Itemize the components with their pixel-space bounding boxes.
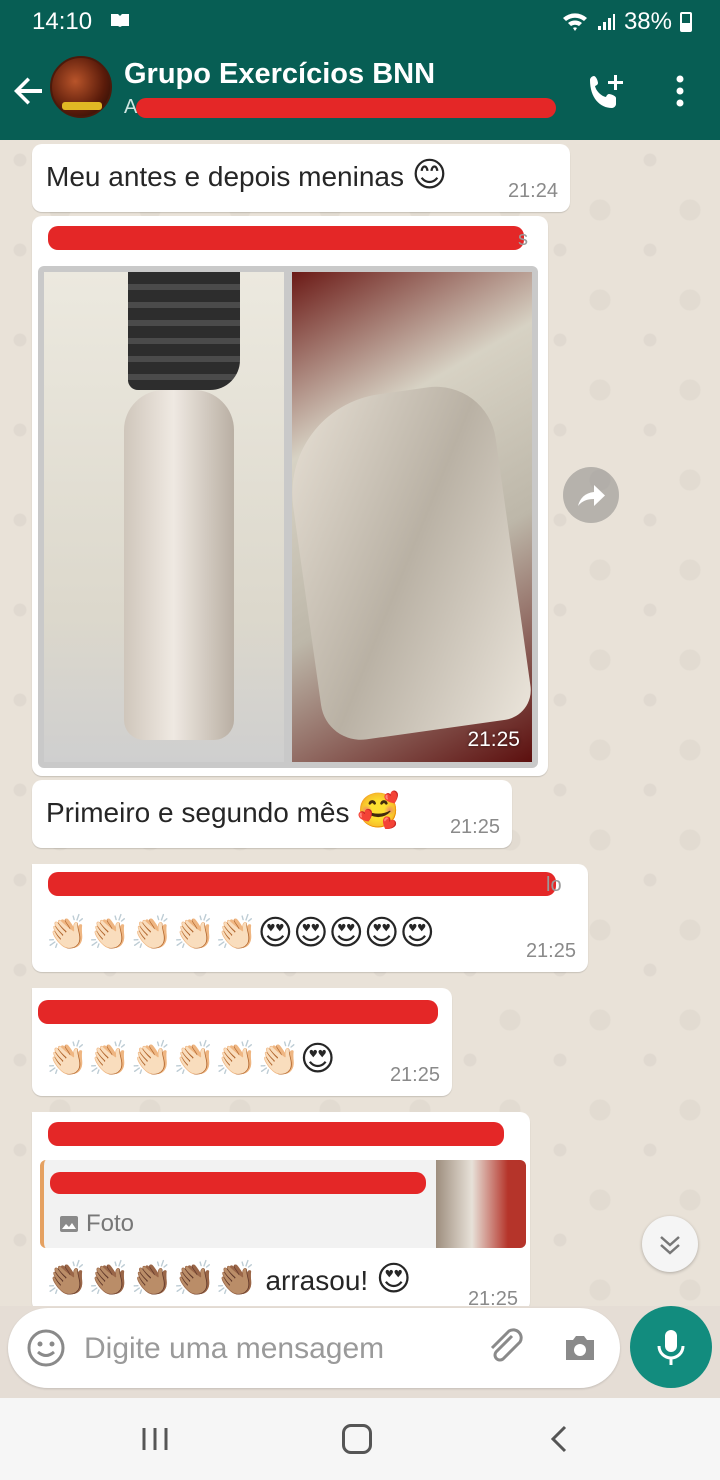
quoted-message[interactable]: Foto (40, 1160, 526, 1248)
photo-after[interactable] (279, 272, 535, 762)
heart-eyes-emoji: 😍 (375, 1259, 412, 1299)
message-bubble[interactable]: Meu antes e depois meninas 😊 21:24 (32, 144, 570, 212)
mic-button[interactable] (630, 1306, 712, 1388)
photo-icon (60, 1216, 78, 1232)
status-bar: 14:10 38% (0, 0, 720, 42)
message-body: Meu antes e depois meninas (46, 161, 404, 192)
clap-heart-eyes-emojis: 👏🏻👏🏻👏🏻👏🏻👏🏻👏🏻😍 (46, 1039, 336, 1079)
redaction-bar (48, 226, 524, 250)
message-bubble-image[interactable]: s 21:25 (32, 216, 548, 776)
mic-icon (657, 1330, 685, 1365)
message-bubble[interactable]: 👏🏻👏🏻👏🏻👏🏻👏🏻👏🏻😍 21:25 (32, 988, 452, 1096)
clap-emojis: 👏🏽👏🏽👏🏽👏🏽👏🏽 (46, 1259, 258, 1299)
battery-icon (680, 12, 692, 32)
scroll-down-button[interactable] (642, 1216, 698, 1272)
forward-button[interactable] (563, 467, 619, 523)
message-time: 21:25 (389, 1064, 440, 1086)
quoted-thumbnail (436, 1160, 526, 1248)
forward-icon (578, 485, 605, 506)
status-time: 14:10 (32, 8, 93, 35)
redaction-bar (50, 1172, 426, 1194)
message-text: 👏🏽👏🏽👏🏽👏🏽👏🏽 arrasou! 😍 (46, 1262, 411, 1297)
message-emojis: 👏🏻👏🏻👏🏻👏🏻👏🏻👏🏻😍 (46, 1042, 335, 1077)
add-call-icon[interactable] (586, 72, 626, 112)
wifi-icon (562, 13, 587, 31)
redaction-bar (48, 1122, 504, 1146)
smiling-emoji: 😊 (411, 155, 448, 195)
sender-name-tail: lo (546, 874, 562, 896)
redaction-bar (38, 1000, 438, 1024)
message-time: 21:25 (449, 816, 500, 838)
battery-percent: 38% (623, 8, 672, 35)
message-body: arrasou! (265, 1265, 369, 1296)
message-emojis: 👏🏻👏🏻👏🏻👏🏻👏🏻😍😍😍😍😍 (46, 916, 435, 951)
message-body: Primeiro e segundo mês (46, 797, 350, 828)
message-time: 21:24 (507, 180, 558, 202)
system-nav-bar (0, 1398, 720, 1480)
message-bubble[interactable]: lo 👏🏻👏🏻👏🏻👏🏻👏🏻😍😍😍😍😍 21:25 (32, 864, 588, 972)
group-participants[interactable]: A (124, 96, 556, 120)
message-time: 21:25 (525, 940, 576, 962)
back-nav-icon[interactable] (548, 1424, 570, 1454)
smiley-icon[interactable] (26, 1328, 66, 1368)
photo-before[interactable] (44, 272, 284, 762)
message-text: Meu antes e depois meninas 😊 (46, 158, 447, 193)
group-title[interactable]: Grupo Exercícios BNN (124, 58, 435, 91)
more-vert-icon[interactable] (670, 74, 690, 108)
clap-heart-eyes-emojis: 👏🏻👏🏻👏🏻👏🏻👏🏻😍😍😍😍😍 (46, 913, 435, 953)
camera-icon[interactable] (560, 1328, 600, 1368)
redaction-bar (136, 98, 556, 118)
book-icon (111, 14, 129, 27)
chevron-double-down-icon (660, 1236, 680, 1255)
message-bubble-reply[interactable]: Foto 👏🏽👏🏽👏🏽👏🏽👏🏽 arrasou! 😍 21:25 (32, 1112, 530, 1306)
chat-header: Grupo Exercícios BNN A (0, 42, 720, 140)
sender-name-tail: s (518, 228, 528, 250)
redaction-bar (48, 872, 556, 896)
chat-area[interactable]: Meu antes e depois meninas 😊 21:24 s 21:… (0, 140, 720, 1306)
image-time: 21:25 (467, 728, 520, 751)
message-input[interactable]: Digite uma mensagem (84, 1332, 384, 1366)
message-input-bar[interactable]: Digite uma mensagem (8, 1308, 620, 1388)
paperclip-icon[interactable] (484, 1326, 524, 1368)
message-bubble[interactable]: Primeiro e segundo mês 🥰 21:25 (32, 780, 512, 848)
recent-apps-icon[interactable] (140, 1426, 170, 1452)
group-avatar[interactable] (50, 56, 112, 118)
quoted-label: Foto (86, 1210, 135, 1237)
home-icon[interactable] (342, 1424, 372, 1454)
arrow-left-icon[interactable] (12, 74, 46, 108)
image-album[interactable]: 21:25 (38, 266, 538, 768)
status-right: 38% (562, 8, 692, 36)
message-time: 21:25 (467, 1288, 518, 1306)
message-text: Primeiro e segundo mês 🥰 (46, 794, 400, 829)
signal-icon (597, 14, 615, 30)
smiling-hearts-emoji: 🥰 (357, 791, 400, 831)
